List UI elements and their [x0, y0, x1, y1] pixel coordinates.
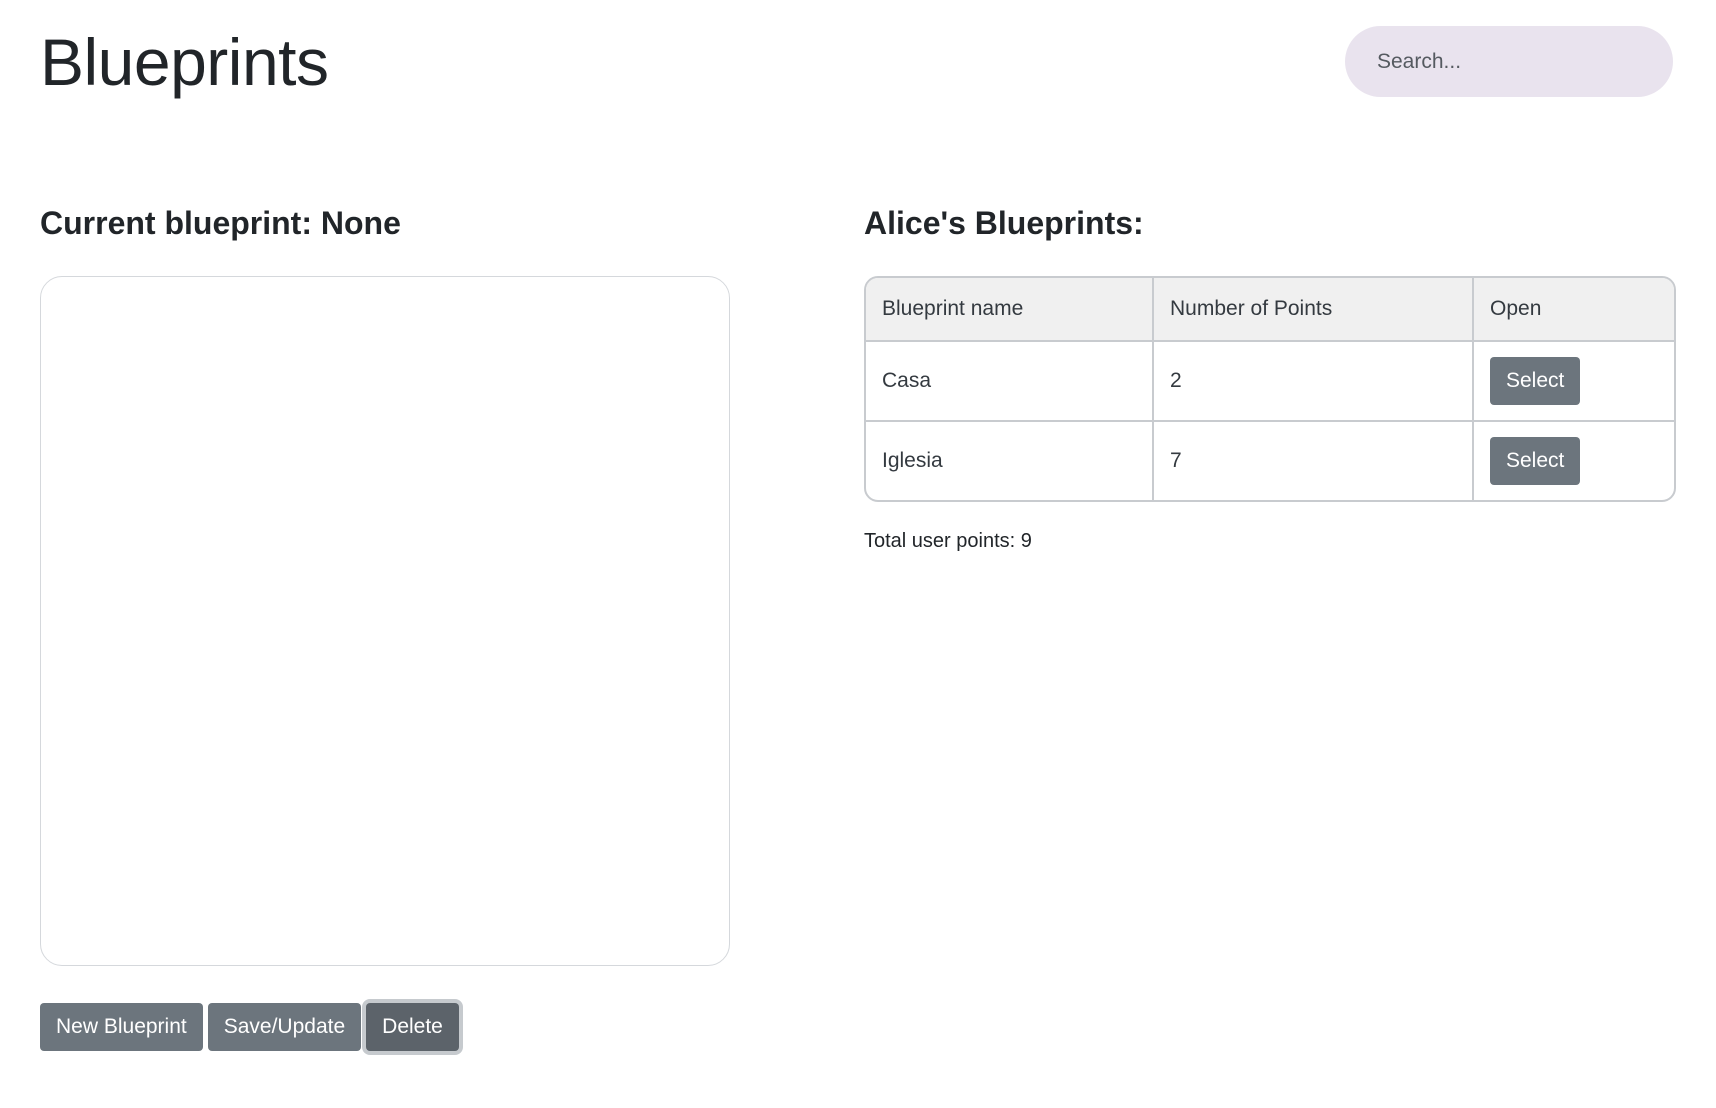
- table-row: Iglesia 7 Select: [866, 420, 1674, 500]
- table-header-row: Blueprint name Number of Points Open: [866, 278, 1674, 342]
- column-header-points: Number of Points: [1152, 278, 1473, 342]
- action-bar: New Blueprint Save/Update Delete: [40, 1003, 459, 1051]
- blueprints-table: Blueprint name Number of Points Open Cas…: [864, 276, 1676, 502]
- select-button[interactable]: Select: [1490, 437, 1581, 485]
- select-button[interactable]: Select: [1490, 357, 1581, 405]
- blueprint-open-cell: Select: [1472, 420, 1674, 500]
- new-blueprint-button[interactable]: New Blueprint: [40, 1003, 203, 1051]
- table-row: Casa 2 Select: [866, 341, 1674, 421]
- blueprint-name-cell: Iglesia: [866, 420, 1153, 500]
- save-update-button[interactable]: Save/Update: [207, 1003, 362, 1051]
- blueprint-points-cell: 7: [1152, 420, 1473, 500]
- delete-button[interactable]: Delete: [366, 1003, 459, 1051]
- blueprint-open-cell: Select: [1472, 341, 1674, 421]
- page: Blueprints Current blueprint: None New B…: [0, 0, 1716, 1108]
- column-header-name: Blueprint name: [866, 278, 1153, 342]
- column-header-open: Open: [1472, 278, 1674, 342]
- total-user-points: Total user points: 9: [864, 530, 1032, 552]
- user-blueprints-heading: Alice's Blueprints:: [864, 205, 1144, 241]
- blueprint-canvas[interactable]: [40, 276, 730, 966]
- blueprint-name-cell: Casa: [882, 369, 932, 392]
- search-bar[interactable]: [1345, 26, 1673, 97]
- current-blueprint-heading: Current blueprint: None: [40, 205, 401, 241]
- blueprint-points-cell: 2: [1152, 341, 1473, 421]
- page-title: Blueprints: [40, 25, 329, 99]
- search-input[interactable]: [1375, 48, 1650, 75]
